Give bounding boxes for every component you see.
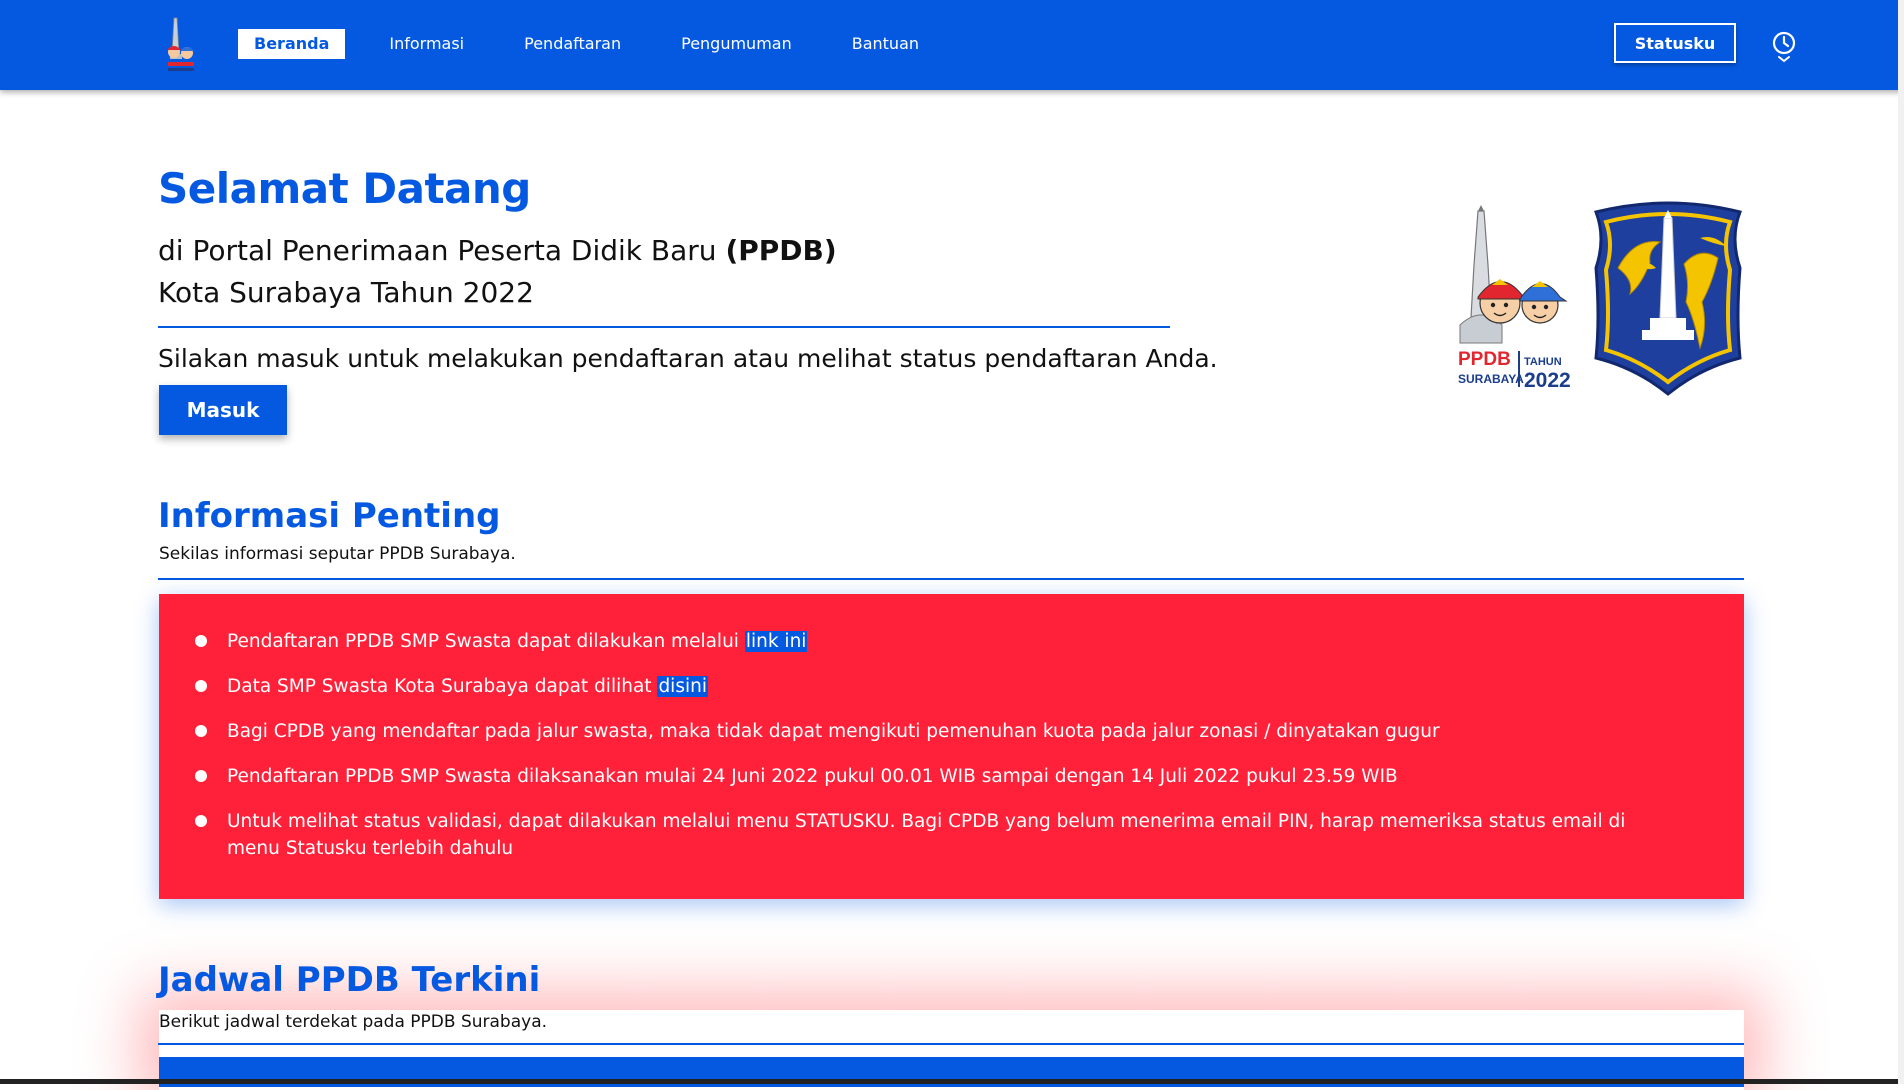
- logo-surabaya-text: SURABAYA: [1458, 372, 1524, 386]
- info-text: Pendaftaran PPDB SMP Swasta dapat dilaku…: [227, 631, 745, 652]
- nav-item-bantuan[interactable]: Bantuan: [836, 29, 935, 59]
- masuk-button[interactable]: Masuk: [159, 385, 287, 435]
- bullet-icon: [195, 815, 207, 827]
- nav-item-beranda[interactable]: Beranda: [238, 29, 346, 59]
- bullet-icon: [195, 635, 207, 647]
- clock-history-icon[interactable]: [1770, 30, 1798, 64]
- bullet-icon: [195, 725, 207, 737]
- jadwal-section-subtitle: Berikut jadwal terdekat pada PPDB Suraba…: [159, 1012, 548, 1032]
- logo-ppdb-text: PPDB: [1458, 349, 1511, 370]
- list-item: Untuk melihat status validasi, dapat dil…: [195, 808, 1664, 862]
- bullet-icon: [195, 680, 207, 692]
- nav-item-pengumuman[interactable]: Pengumuman: [665, 29, 808, 59]
- info-text: Pendaftaran PPDB SMP Swasta dilaksanakan…: [227, 766, 1398, 787]
- jadwal-section-title: Jadwal PPDB Terkini: [158, 960, 541, 1000]
- informasi-divider: [158, 578, 1744, 580]
- list-item: Pendaftaran PPDB SMP Swasta dapat dilaku…: [195, 628, 1664, 655]
- disini-link[interactable]: disini: [657, 676, 708, 697]
- hero-description: Silakan masuk untuk melakukan pendaftara…: [158, 344, 1218, 373]
- informasi-section-subtitle: Sekilas informasi seputar PPDB Surabaya.: [159, 544, 516, 564]
- statusku-button[interactable]: Statusku: [1614, 23, 1736, 63]
- list-item: Pendaftaran PPDB SMP Swasta dilaksanakan…: [195, 763, 1664, 790]
- ppdb-surabaya-logo: PPDB SURABAYA TAHUN 2022: [1458, 205, 1571, 392]
- ppdb-logo-small[interactable]: [162, 14, 200, 76]
- nav-item-informasi[interactable]: Informasi: [373, 29, 480, 59]
- page-title: Selamat Datang: [158, 164, 531, 213]
- surabaya-city-emblem: [1593, 201, 1743, 396]
- informasi-section-title: Informasi Penting: [158, 496, 501, 536]
- list-item: Bagi CPDB yang mendaftar pada jalur swas…: [195, 718, 1664, 745]
- scrollbar-track[interactable]: [1898, 0, 1904, 1084]
- info-text: Data SMP Swasta Kota Surabaya dapat dili…: [227, 676, 658, 697]
- logo-year-text: 2022: [1524, 369, 1571, 392]
- hero-subtitle-acronym: (PPDB): [725, 234, 837, 267]
- info-text: Untuk melihat status validasi, dapat dil…: [227, 811, 1626, 859]
- list-item: Data SMP Swasta Kota Surabaya dapat dili…: [195, 673, 1664, 700]
- main-menu: Beranda Informasi Pendaftaran Pengumuman…: [238, 29, 963, 59]
- info-list: Pendaftaran PPDB SMP Swasta dapat dilaku…: [195, 628, 1664, 880]
- link-ini-link[interactable]: link ini: [744, 631, 808, 652]
- info-text: Bagi CPDB yang mendaftar pada jalur swas…: [227, 721, 1440, 742]
- bullet-icon: [195, 770, 207, 782]
- hero-subtitle-line2: Kota Surabaya Tahun 2022: [158, 276, 534, 309]
- window-bottom-edge: [0, 1079, 1904, 1084]
- top-navbar: Beranda Informasi Pendaftaran Pengumuman…: [0, 0, 1904, 90]
- logo-tahun-text: TAHUN: [1524, 356, 1562, 368]
- hero-subtitle-line1: di Portal Penerimaan Peserta Didik Baru …: [158, 234, 837, 267]
- important-info-box: Pendaftaran PPDB SMP Swasta dapat dilaku…: [159, 594, 1744, 899]
- hero-divider: [158, 326, 1170, 328]
- nav-item-pendaftaran[interactable]: Pendaftaran: [508, 29, 637, 59]
- hero-subtitle-text: di Portal Penerimaan Peserta Didik Baru: [158, 234, 717, 267]
- jadwal-divider: [158, 1043, 1744, 1045]
